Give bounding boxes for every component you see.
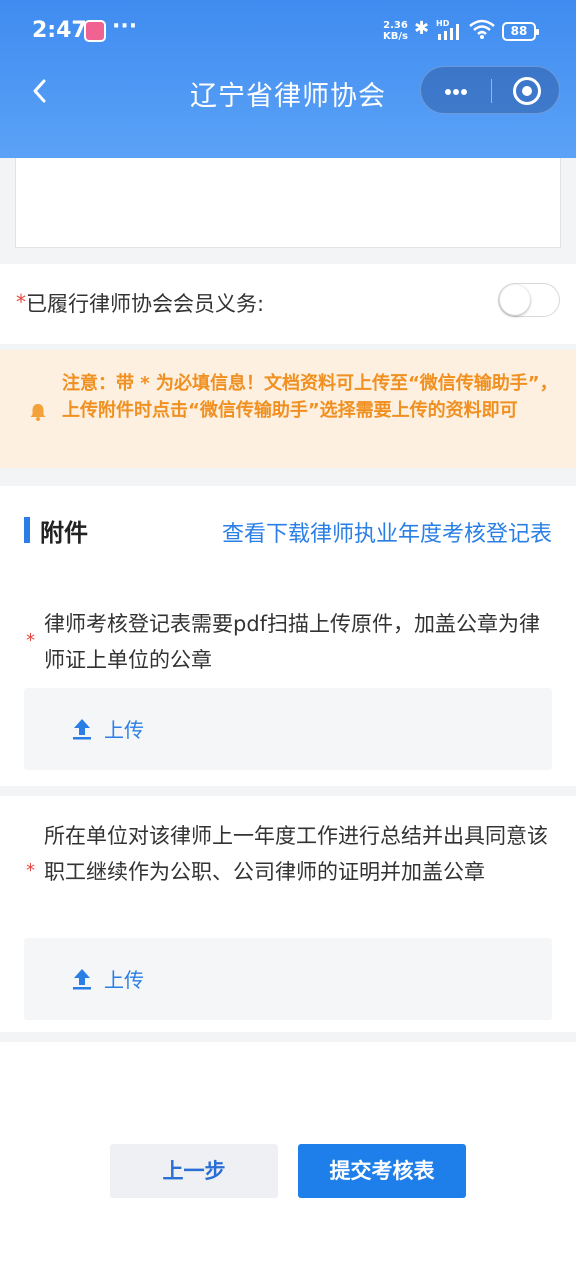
upload-icon bbox=[73, 719, 91, 740]
submit-form-button[interactable]: 提交考核表 bbox=[298, 1144, 466, 1198]
attachment-item: * 律师考核登记表需要pdf扫描上传原件，加盖公章为律师证上单位的公章 上传 bbox=[0, 576, 576, 786]
text-area-section bbox=[0, 158, 576, 250]
membership-duty-row: *已履行律师协会会员义务: bbox=[0, 264, 576, 344]
switch-knob bbox=[500, 285, 530, 315]
required-mark: * bbox=[16, 290, 26, 314]
more-options-icon[interactable] bbox=[421, 67, 491, 115]
battery-indicator: 88 bbox=[502, 22, 539, 41]
close-miniprogram-icon[interactable] bbox=[513, 77, 541, 105]
wifi-icon bbox=[468, 16, 496, 44]
footer-area bbox=[0, 1042, 576, 1280]
previous-step-button[interactable]: 上一步 bbox=[110, 1144, 278, 1198]
net-speed: 2.36 KB/s bbox=[383, 20, 408, 42]
bell-icon bbox=[30, 404, 46, 421]
section-marker bbox=[24, 517, 30, 543]
download-form-link[interactable]: 查看下载律师执业年度考核登记表 bbox=[222, 516, 552, 548]
net-speed-value: 2.36 bbox=[383, 20, 408, 31]
upload-label: 上传 bbox=[104, 968, 144, 992]
net-speed-unit: KB/s bbox=[383, 31, 408, 42]
upload-label: 上传 bbox=[104, 718, 144, 742]
miniprogram-capsule bbox=[420, 66, 560, 114]
notice-text: 注意：带 * 为必填信息！文档资料可上传至“微信传输助手”，上传附件时点击“微信… bbox=[62, 373, 558, 421]
bluetooth-icon: ✱ bbox=[414, 18, 430, 39]
attachment-description: 所在单位对该律师上一年度工作进行总结并出具同意该职工继续作为公职、公司律师的证明… bbox=[44, 824, 548, 884]
attachment-item: * 所在单位对该律师上一年度工作进行总结并出具同意该职工继续作为公职、公司律师的… bbox=[0, 796, 576, 1032]
upload-button[interactable]: 上传 bbox=[24, 688, 552, 770]
status-time: 2:47 bbox=[32, 18, 87, 43]
attachment-description: 律师考核登记表需要pdf扫描上传原件，加盖公章为律师证上单位的公章 bbox=[44, 612, 541, 672]
required-mark: * bbox=[26, 860, 35, 881]
upload-button[interactable]: 上传 bbox=[24, 938, 552, 1020]
status-bar: 2:47 ··· 2.36 KB/s ✱ HD 88 bbox=[0, 0, 576, 62]
attachments-title: 附件 bbox=[40, 519, 88, 547]
signal-icon: HD bbox=[436, 18, 464, 46]
notification-app-icon bbox=[84, 20, 106, 42]
membership-duty-label: *已履行律师协会会员义务: bbox=[16, 288, 264, 318]
text-area-field[interactable] bbox=[15, 158, 561, 248]
required-mark: * bbox=[26, 630, 35, 651]
membership-duty-text: 已履行律师协会会员义务: bbox=[26, 292, 265, 316]
status-more: ··· bbox=[112, 14, 138, 39]
membership-duty-switch[interactable] bbox=[498, 283, 560, 317]
upload-icon bbox=[73, 969, 91, 990]
app-header: 2:47 ··· 2.36 KB/s ✱ HD 88 辽宁省律师协会 bbox=[0, 0, 576, 158]
network-type: HD bbox=[436, 19, 450, 28]
